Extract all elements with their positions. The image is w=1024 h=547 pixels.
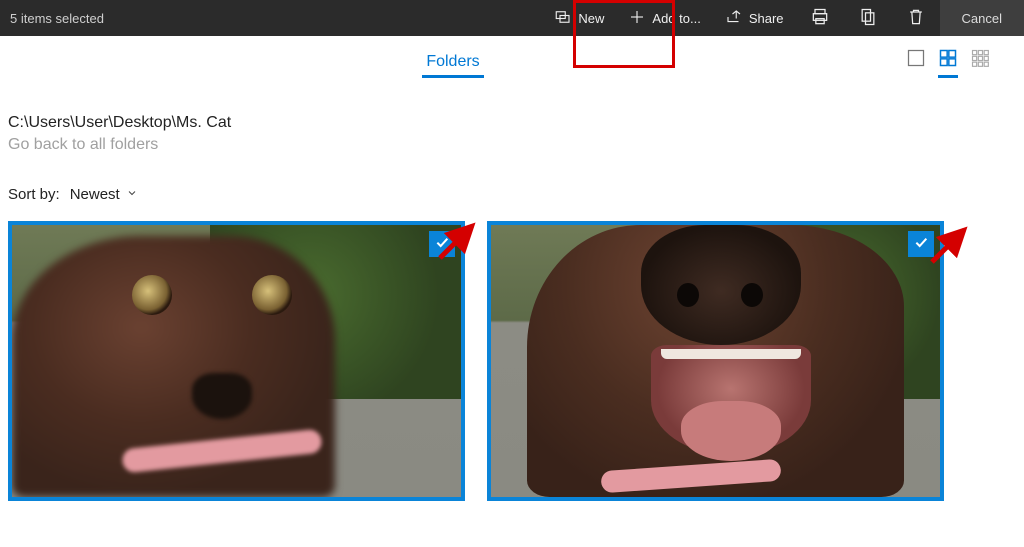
thumbnail-image [12,225,461,497]
selection-checkmark[interactable] [429,231,455,257]
view-medium-grid-button[interactable] [938,48,958,78]
delete-button[interactable] [892,0,940,36]
copy-icon [858,7,878,30]
view-single-button[interactable] [906,48,926,78]
print-button[interactable] [796,0,844,36]
trash-icon [906,7,926,30]
new-label: New [578,11,604,26]
tabs-row: Folders [0,36,1024,90]
add-to-label: Add to... [652,11,700,26]
cancel-button[interactable]: Cancel [940,0,1024,36]
path-block: C:\Users\User\Desktop\Ms. Cat Go back to… [0,90,1024,154]
copy-button[interactable] [844,0,892,36]
plus-icon [628,8,646,29]
new-button[interactable]: New [542,0,616,36]
chevron-down-icon [126,186,138,203]
thumbnail-image [491,225,940,497]
selection-checkmark[interactable] [908,231,934,257]
sort-row: Sort by: Newest [0,154,1024,203]
check-icon [434,234,450,255]
cancel-label: Cancel [962,11,1002,26]
print-icon [810,7,830,30]
share-label: Share [749,11,784,26]
selection-toolbar: 5 items selected New Add to... Share [0,0,1024,36]
tab-folders[interactable]: Folders [422,49,483,78]
new-icon [554,8,572,29]
sort-dropdown[interactable]: Newest [70,186,138,203]
view-mode-switch [906,48,1024,78]
back-to-folders-link[interactable]: Go back to all folders [8,136,1016,154]
photo-thumbnail[interactable] [487,221,944,501]
photo-grid [0,203,1024,501]
view-small-grid-button[interactable] [970,48,990,78]
check-icon [913,234,929,255]
add-to-button[interactable]: Add to... [616,0,712,36]
share-button[interactable]: Share [713,0,796,36]
sort-value-text: Newest [70,186,120,203]
photo-thumbnail[interactable] [8,221,465,501]
selection-count-text: 5 items selected [0,11,542,26]
share-icon [725,8,743,29]
current-path: C:\Users\User\Desktop\Ms. Cat [8,114,1016,132]
sort-label: Sort by: [8,186,60,203]
